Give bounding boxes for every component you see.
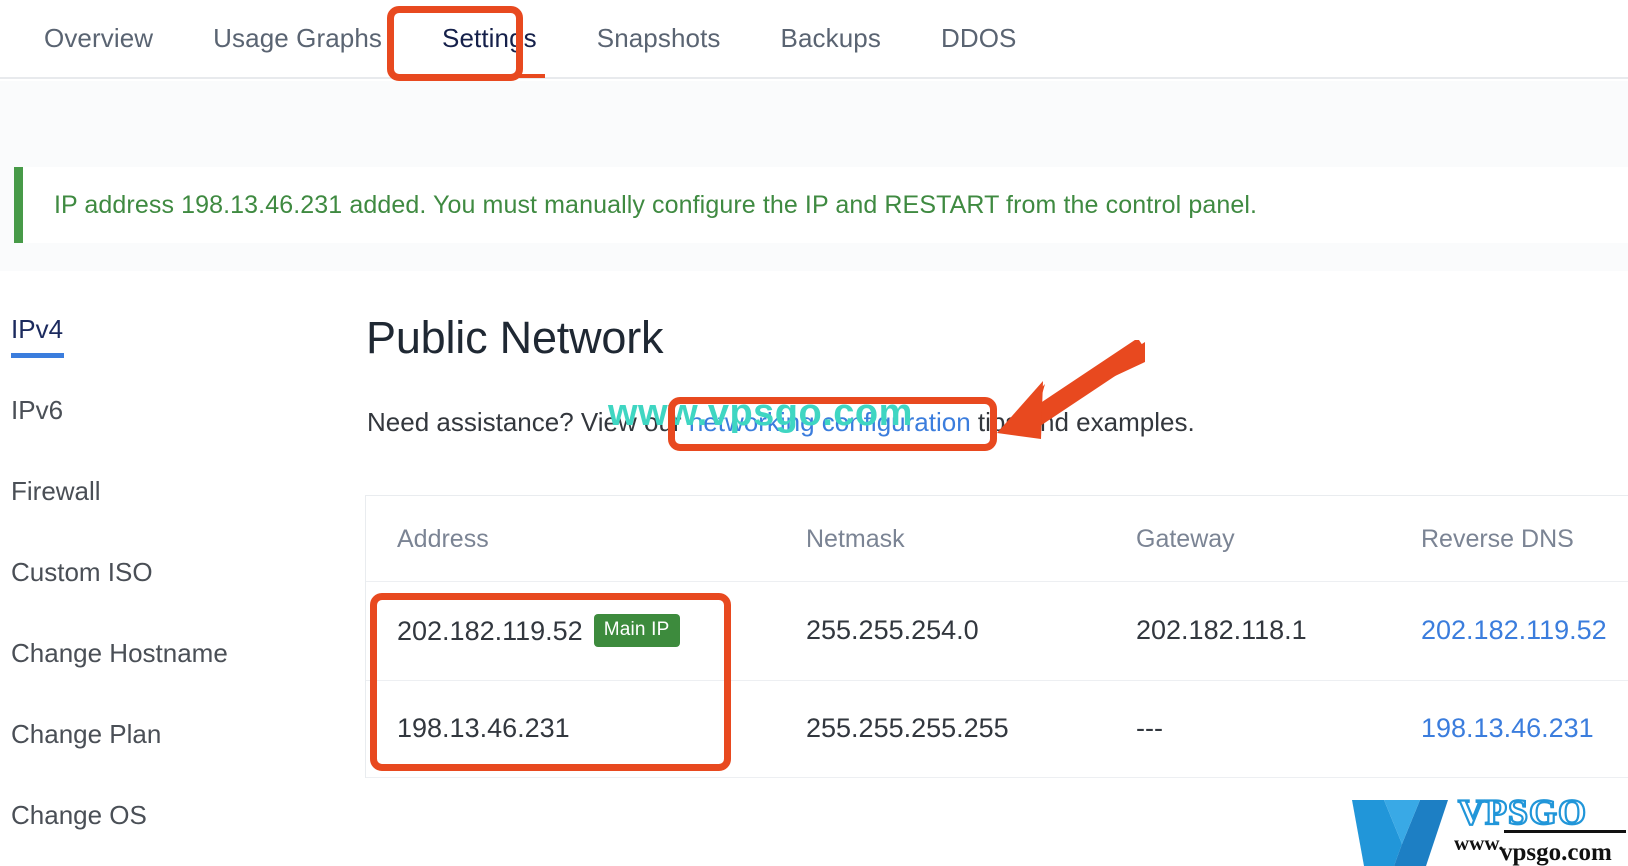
sidebar-item-label: Custom ISO [11,557,153,587]
alert-message: IP address 198.13.46.231 added. You must… [54,190,1258,219]
sidebar-item-change-os[interactable]: Change OS [0,800,340,866]
main-content: Public Network Need assistance? View our… [340,271,1628,866]
column-header-gateway: Gateway [1136,496,1421,582]
status-badge: Main IP [593,614,680,647]
column-header-netmask: Netmask [806,496,1136,582]
cell-netmask: 255.255.254.0 [806,581,1136,681]
sidebar-item-label: Change Hostname [11,638,228,668]
reverse-dns-link[interactable]: 202.182.119.52 [1421,615,1607,645]
tab-backups[interactable]: Backups [751,0,911,78]
page-title: Public Network [366,312,664,363]
table-header-row: Address Netmask Gateway Reverse DNS [366,496,1628,582]
sidebar-item-change-plan[interactable]: Change Plan [0,719,340,800]
tab-settings[interactable]: Settings [412,0,567,78]
primary-tab-bar: Overview Usage Graphs Settings Snapshots… [0,0,1628,79]
reverse-dns-link[interactable]: 198.13.46.231 [1421,713,1594,743]
sidebar-item-label: Change Plan [11,719,162,749]
sidebar-item-change-hostname[interactable]: Change Hostname [0,638,340,719]
tab-ddos[interactable]: DDOS [911,0,1047,78]
sidebar-item-label: Change OS [11,800,147,830]
sidebar-item-firewall[interactable]: Firewall [0,476,340,557]
success-alert: IP address 198.13.46.231 added. You must… [14,167,1628,243]
settings-sidebar: IPv4 IPv6 Firewall Custom ISO Change Hos… [0,271,340,866]
sidebar-item-ipv6[interactable]: IPv6 [0,395,340,476]
assistance-text: Need assistance? View our networking con… [367,407,1195,438]
alert-zone: IP address 198.13.46.231 added. You must… [0,81,1628,271]
table-row: 198.13.46.231 255.255.255.255 --- 198.13… [366,680,1628,778]
vps-settings-page: Overview Usage Graphs Settings Snapshots… [0,0,1628,866]
cell-gateway: 202.182.118.1 [1136,581,1421,681]
tab-snapshots[interactable]: Snapshots [567,0,751,78]
cell-netmask: 255.255.255.255 [806,680,1136,778]
column-header-address: Address [366,496,806,582]
public-network-table-wrapper: Address Netmask Gateway Reverse DNS 202.… [365,495,1628,778]
tab-usage-graphs[interactable]: Usage Graphs [183,0,412,78]
assistance-prefix: Need assistance? View our [367,407,689,437]
settings-body: IPv4 IPv6 Firewall Custom ISO Change Hos… [0,271,1628,866]
sidebar-item-custom-iso[interactable]: Custom ISO [0,557,340,638]
sidebar-item-label: IPv6 [11,395,64,425]
public-network-table: Address Netmask Gateway Reverse DNS 202.… [366,496,1628,778]
tab-overview[interactable]: Overview [14,0,183,78]
table-row: 202.182.119.52 Main IP 255.255.254.0 202.… [366,581,1628,681]
column-header-reverse-dns: Reverse DNS [1421,496,1628,582]
cell-address: 202.182.119.52 Main IP [366,581,806,681]
cell-reverse-dns: 202.182.119.52 [1421,581,1628,681]
cell-reverse-dns: 198.13.46.231 [1421,680,1628,778]
cell-address: 198.13.46.231 [366,680,806,778]
sidebar-item-label: IPv4 [11,314,65,358]
address-value: 202.182.119.52 [397,616,583,646]
address-value: 198.13.46.231 [397,713,570,743]
sidebar-item-label: Firewall [11,476,101,506]
cell-gateway: --- [1136,680,1421,778]
networking-configuration-link[interactable]: networking configuration [689,407,971,437]
assistance-suffix: tips and examples. [970,407,1195,437]
table-body: 202.182.119.52 Main IP 255.255.254.0 202.… [366,581,1628,778]
table-head: Address Netmask Gateway Reverse DNS [366,496,1628,582]
sidebar-item-ipv4[interactable]: IPv4 [0,314,340,395]
